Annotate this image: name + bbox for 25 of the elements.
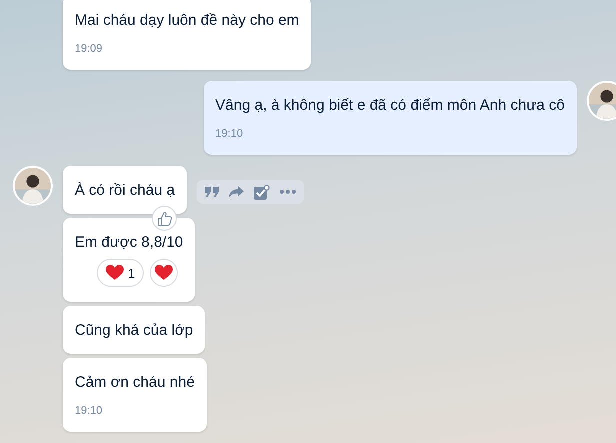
action-button[interactable]: [280, 190, 296, 194]
reaction-chip[interactable]: 1: [97, 259, 144, 287]
message-text: Cảm ơn cháu nhé: [75, 374, 195, 391]
thumbs-up-icon: [158, 212, 172, 226]
like-button[interactable]: [152, 206, 178, 231]
message-text: Cũng khá của lớp: [75, 322, 194, 339]
heart-icon: [106, 265, 124, 281]
share-arrow-icon: [229, 186, 244, 198]
message-time: 19:09: [75, 43, 104, 55]
action-button[interactable]: [229, 186, 244, 198]
avatar[interactable]: [13, 166, 53, 206]
checkbox-icon: [254, 184, 270, 200]
react-button[interactable]: [150, 259, 178, 287]
message-text: Mai cháu dạy luôn đề này cho em: [75, 12, 300, 29]
avatar[interactable]: [587, 81, 616, 121]
message-text: Vâng ạ, à không biết e đã có điểm môn Anh chưa cô: [216, 97, 565, 114]
action-button[interactable]: [205, 187, 220, 197]
message-text: À có rồi cháu ạ: [75, 182, 176, 199]
more-icon: [280, 190, 296, 194]
message-time: 19:10: [75, 405, 104, 417]
quote-icon: [205, 187, 220, 197]
message-time: 19:10: [216, 128, 244, 140]
message-text: Em được 8,8/10: [75, 234, 184, 251]
heart-icon: [155, 265, 174, 281]
action-button[interactable]: [254, 184, 270, 200]
